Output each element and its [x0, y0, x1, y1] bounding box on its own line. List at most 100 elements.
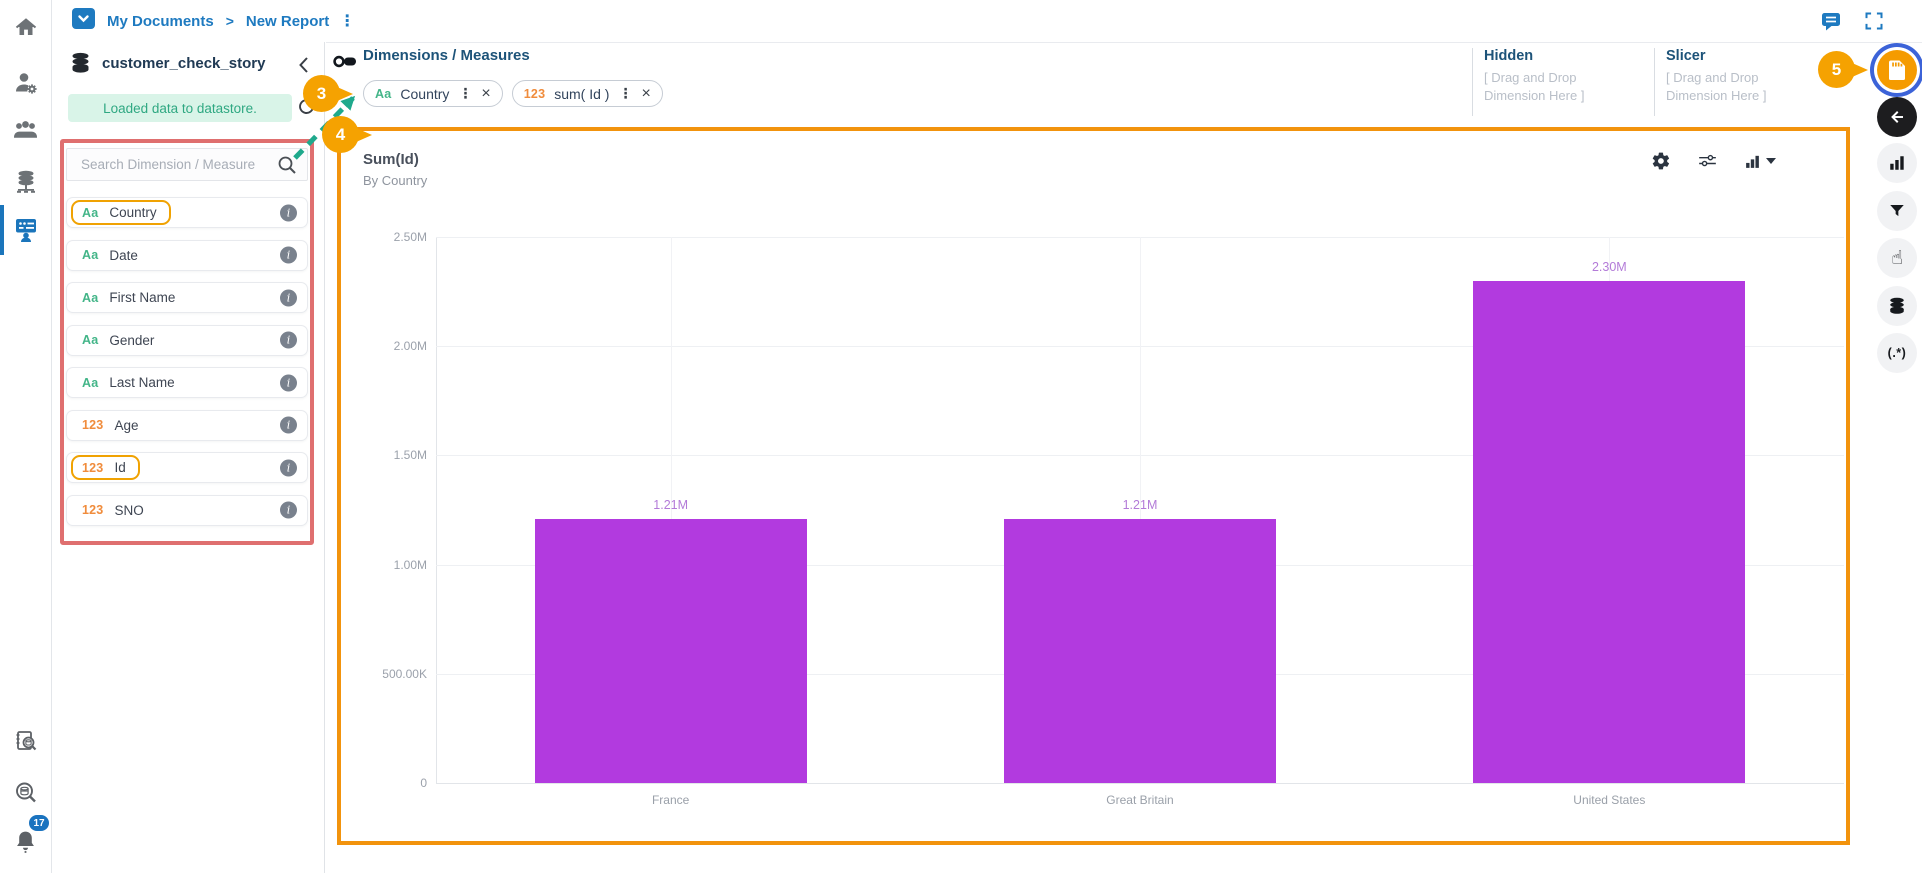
dimension-type-badge: Aa — [82, 290, 99, 305]
bar-value-label: 1.21M — [1122, 497, 1158, 512]
chip-label: sum( Id ) — [554, 85, 610, 102]
chip-menu-icon[interactable]: ⋮ — [618, 85, 632, 102]
chart-toolbar — [1651, 151, 1776, 171]
field-list: Aa Country i Aa Date i Aa First Name i Aa Ge… — [66, 197, 308, 537]
y-tick-label: 1.00M — [393, 557, 427, 572]
info-icon[interactable]: i — [280, 459, 297, 476]
back-button[interactable] — [1877, 97, 1917, 137]
folder-dropdown-icon[interactable] — [72, 8, 95, 34]
datastore-db-icon — [1890, 297, 1904, 314]
bar-value-label: 2.30M — [1591, 259, 1627, 274]
annotation-step-3: 3 — [303, 75, 340, 112]
story-builder-icon — [15, 219, 36, 242]
datastore-button[interactable] — [1877, 286, 1917, 326]
breadcrumb-root[interactable]: My Documents — [107, 13, 214, 30]
back-arrow-icon — [1891, 111, 1903, 123]
user-groups-icon — [14, 121, 37, 138]
collapse-panel-icon[interactable] — [293, 55, 313, 75]
bar[interactable] — [1003, 518, 1276, 783]
display-options-sliders-icon[interactable] — [1697, 151, 1718, 171]
rail-item-home[interactable] — [0, 6, 51, 50]
hidden-drop-zone[interactable]: Hidden [ Drag and Drop Dimension Here ] — [1472, 48, 1650, 116]
save-card-icon — [1888, 60, 1905, 80]
field-row-first-name[interactable]: Aa First Name i — [66, 282, 308, 313]
datasource-panel: customer_check_story Loaded data to data… — [53, 42, 325, 873]
bar-chart-icon — [1890, 156, 1904, 170]
rail-item-metadata-search[interactable] — [0, 771, 51, 815]
report-audit-icon — [16, 731, 36, 751]
field-search-input[interactable] — [81, 157, 277, 172]
comments-icon[interactable] — [1820, 10, 1842, 32]
field-row-last-name[interactable]: Aa Last Name i — [66, 367, 308, 398]
field-label: Last Name — [109, 375, 175, 390]
chip-label: Country — [400, 85, 450, 102]
hand-pointer-icon: ☝ — [1891, 247, 1903, 269]
field-row-id[interactable]: 123 Id i — [66, 452, 308, 483]
chip-sum-id[interactable]: 123 sum( Id ) ⋮ × — [511, 80, 663, 107]
chip-country[interactable]: Aa Country ⋮ × — [363, 80, 503, 107]
field-row-date[interactable]: Aa Date i — [66, 239, 308, 271]
info-icon[interactable]: i — [280, 416, 297, 434]
chart-settings-gear-icon[interactable] — [1651, 151, 1671, 171]
y-tick-label: 2.50M — [393, 230, 427, 244]
info-icon[interactable]: i — [280, 501, 297, 519]
dimension-type-badge: Aa — [375, 86, 392, 101]
rail-item-notifications[interactable]: 17 — [0, 815, 51, 863]
search-icon[interactable] — [277, 155, 297, 175]
slicer-drop-zone[interactable]: Slicer [ Drag and Drop Dimension Here ] — [1654, 48, 1832, 116]
toast-message: Loaded data to datastore. — [68, 94, 292, 122]
fullscreen-icon[interactable] — [1864, 11, 1884, 31]
interaction-button[interactable]: ☝ — [1877, 238, 1917, 278]
rail-item-story-builder-active[interactable] — [0, 205, 51, 255]
chip-menu-icon[interactable]: ⋮ — [458, 85, 472, 102]
field-row-sno[interactable]: 123 SNO i — [66, 494, 308, 526]
filter-button[interactable] — [1877, 191, 1917, 231]
notification-badge: 17 — [29, 815, 49, 831]
rail-item-report-audit[interactable] — [0, 720, 51, 764]
save-report-button[interactable] — [1877, 50, 1917, 90]
field-label: Gender — [109, 332, 155, 348]
measure-type-badge: 123 — [82, 503, 104, 517]
slicer-zone-title: Slicer — [1666, 48, 1706, 64]
field-row-age[interactable]: 123 Age i — [66, 409, 308, 441]
bar[interactable] — [534, 518, 807, 783]
chart-panel: Sum(Id) By Country 2.50M 2.00M 1.50M 1.0… — [337, 127, 1850, 845]
bar[interactable] — [1473, 280, 1746, 783]
field-label: Age — [114, 417, 139, 433]
y-tick-label: 1.50M — [393, 448, 427, 463]
breadcrumb-current[interactable]: New Report — [246, 13, 329, 30]
chart-plot-area: 2.50M 2.00M 1.50M 1.00M 500.00K 0 1.21M … — [382, 230, 1844, 807]
chart-type-button[interactable] — [1877, 143, 1917, 183]
topbar: My Documents > New Report ⋮ — [53, 0, 1922, 42]
y-tick-label: 500.00K — [382, 666, 427, 681]
bar-value-label: 1.21M — [653, 497, 689, 512]
hidden-zone-hint: [ Drag and Drop Dimension Here ] — [1484, 70, 1585, 104]
app-window: 17 My Documents > New Report ⋮ customer_… — [0, 0, 1922, 873]
regex-button[interactable]: (.*) — [1877, 333, 1917, 373]
field-row-country[interactable]: Aa Country i — [66, 197, 308, 228]
info-icon[interactable]: i — [280, 204, 297, 221]
header-divider — [326, 42, 1922, 43]
x-category-label: Great Britain — [1106, 793, 1174, 807]
field-label: Country — [109, 205, 157, 220]
x-category-label: United States — [1573, 793, 1646, 807]
chart-type-bars-icon — [1746, 155, 1759, 168]
x-category-label: France — [651, 793, 690, 807]
info-icon[interactable]: i — [280, 289, 297, 306]
info-icon[interactable]: i — [280, 331, 297, 349]
info-icon[interactable]: i — [280, 246, 297, 264]
rail-item-data-sources[interactable] — [0, 160, 51, 204]
breadcrumb-menu-icon[interactable]: ⋮ — [339, 11, 355, 31]
info-icon[interactable]: i — [280, 374, 297, 391]
rail-item-user-groups[interactable] — [0, 108, 51, 152]
bar-group-great-britain: 1.21M Great Britain — [905, 237, 1374, 807]
rail-item-user-settings[interactable] — [0, 61, 51, 105]
caret-down-icon — [1766, 158, 1776, 164]
field-row-gender[interactable]: Aa Gender i — [66, 324, 308, 356]
dimension-type-badge: Aa — [82, 333, 99, 347]
measures-toggle-icon[interactable] — [333, 55, 357, 73]
chip-remove-icon[interactable]: × — [481, 85, 490, 102]
chart-type-dropdown[interactable] — [1744, 153, 1776, 170]
bar-group-united-states: 2.30M United States — [1375, 237, 1844, 807]
chip-remove-icon[interactable]: × — [641, 85, 650, 102]
